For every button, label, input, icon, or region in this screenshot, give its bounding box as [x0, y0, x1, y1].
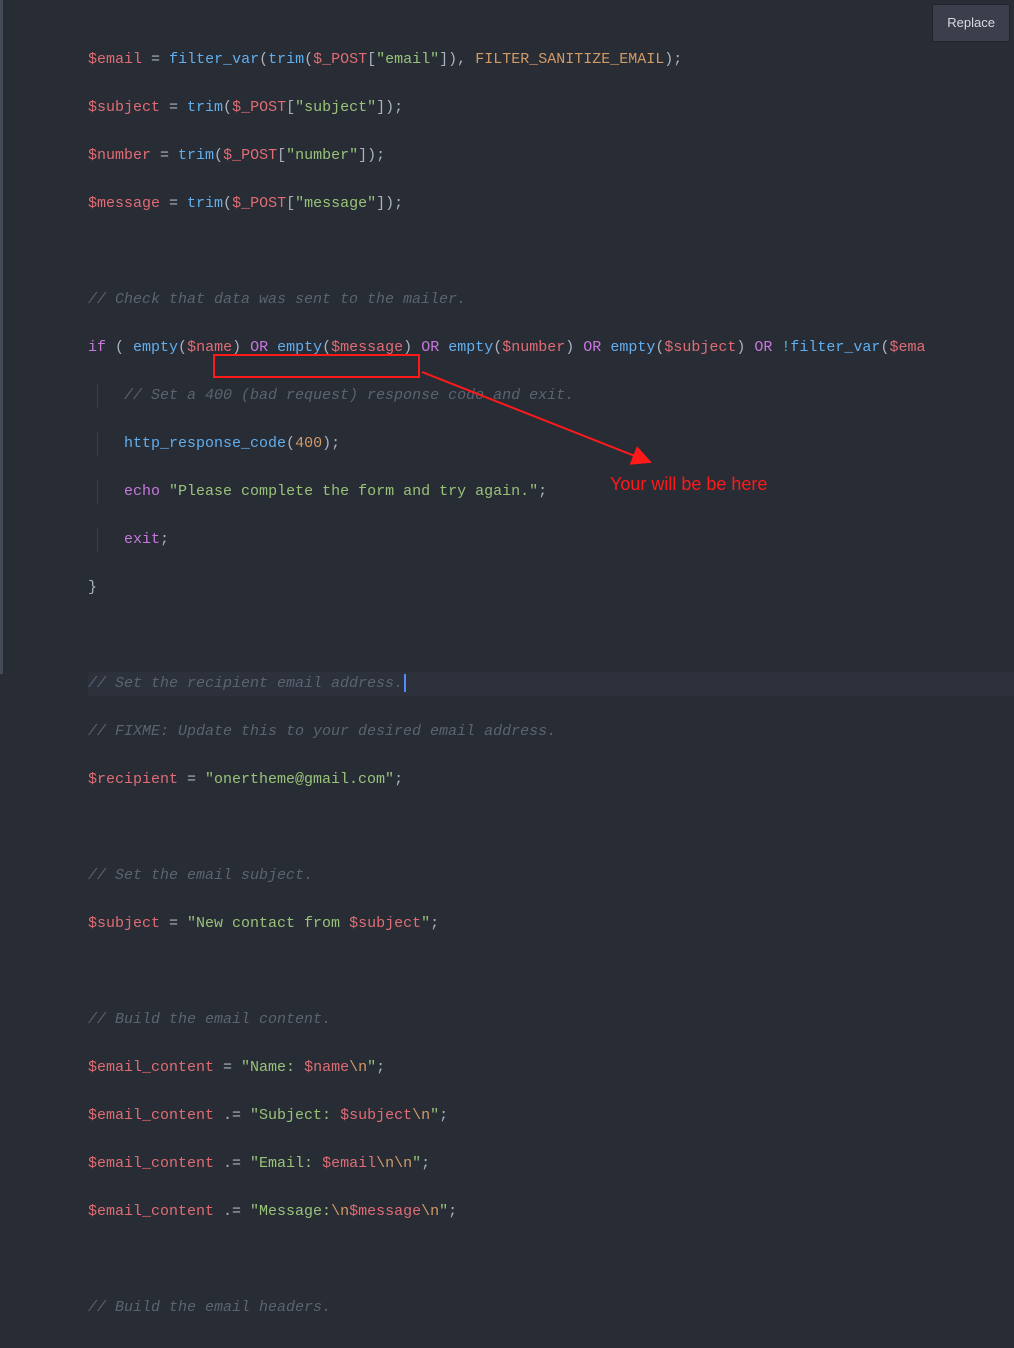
- replace-button[interactable]: Replace: [932, 4, 1010, 42]
- code-line: [88, 240, 1014, 264]
- code-area[interactable]: $email = filter_var(trim($_POST["email"]…: [24, 0, 1014, 1348]
- code-editor[interactable]: $email = filter_var(trim($_POST["email"]…: [0, 0, 1014, 674]
- code-line: // Check that data was sent to the maile…: [88, 288, 1014, 312]
- code-line-active: // Set the recipient email address.: [88, 672, 1014, 696]
- code-line: [88, 816, 1014, 840]
- code-line: $email_content .= "Email: $email\n\n";: [88, 1152, 1014, 1176]
- code-line: $email_content .= "Subject: $subject\n";: [88, 1104, 1014, 1128]
- code-line: $email_content = "Name: $name\n";: [88, 1056, 1014, 1080]
- code-line: // FIXME: Update this to your desired em…: [88, 720, 1014, 744]
- code-line: if ( empty($name) OR empty($message) OR …: [88, 336, 1014, 360]
- gutter: [0, 0, 3, 674]
- code-line: $email_content .= "Message:\n$message\n"…: [88, 1200, 1014, 1224]
- code-line: [88, 1248, 1014, 1272]
- code-line: }: [88, 576, 1014, 600]
- code-line: $number = trim($_POST["number"]);: [88, 144, 1014, 168]
- code-line: exit;: [88, 528, 1014, 552]
- code-line: echo "Please complete the form and try a…: [88, 480, 1014, 504]
- code-line: $subject = trim($_POST["subject"]);: [88, 96, 1014, 120]
- text-cursor: [404, 674, 406, 692]
- code-line: // Build the email content.: [88, 1008, 1014, 1032]
- code-line: $recipient = "onertheme@gmail.com";: [88, 768, 1014, 792]
- code-line: $message = trim($_POST["message"]);: [88, 192, 1014, 216]
- code-line: // Set a 400 (bad request) response code…: [88, 384, 1014, 408]
- code-line: $email_headers = "From: $name <$email>";: [88, 1344, 1014, 1348]
- code-line: [88, 624, 1014, 648]
- code-line: $subject = "New contact from $subject";: [88, 912, 1014, 936]
- code-line: // Set the email subject.: [88, 864, 1014, 888]
- code-line: http_response_code(400);: [88, 432, 1014, 456]
- code-line: [88, 960, 1014, 984]
- code-line: // Build the email headers.: [88, 1296, 1014, 1320]
- code-line: $email = filter_var(trim($_POST["email"]…: [88, 48, 1014, 72]
